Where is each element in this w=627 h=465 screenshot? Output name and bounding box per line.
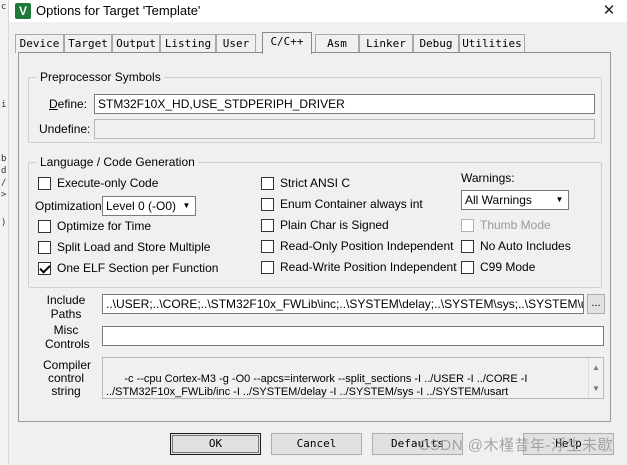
rwpi-checkbox[interactable]: Read-Write Position Independent bbox=[261, 260, 457, 274]
optimization-value: Level 0 (-O0) bbox=[106, 199, 177, 213]
plain-char-checkbox[interactable]: Plain Char is Signed bbox=[261, 218, 389, 232]
c99-mode-checkbox[interactable]: C99 Mode bbox=[461, 260, 535, 274]
optimization-label: Optimization: bbox=[35, 199, 106, 213]
ropi-label: Read-Only Position Independent bbox=[280, 239, 454, 253]
preprocessor-group-title: Preprocessor Symbols bbox=[37, 70, 164, 84]
chevron-down-icon[interactable]: ▼ bbox=[178, 197, 195, 215]
options-dialog: V Options for Target 'Template' ✕ Device… bbox=[9, 0, 627, 465]
strip-char: > bbox=[1, 190, 7, 200]
c99-mode-label: C99 Mode bbox=[480, 260, 536, 274]
optimization-select[interactable]: Level 0 (-O0) ▼ bbox=[102, 196, 196, 216]
tab-listing[interactable]: Listing bbox=[160, 34, 216, 53]
strip-char: / bbox=[1, 178, 7, 188]
codegen-group: Language / Code Generation Execute-only … bbox=[28, 155, 602, 288]
compiler-string-scrollbar[interactable]: ▲ ▼ bbox=[588, 358, 603, 398]
compiler-string-label: Compiler control string bbox=[43, 358, 92, 398]
warnings-label: Warnings: bbox=[461, 171, 515, 185]
no-auto-includes-checkbox[interactable]: No Auto Includes bbox=[461, 239, 571, 253]
csdn-watermark: CSDN @木槿昔年-浮生未歇 bbox=[418, 437, 613, 454]
cancel-button[interactable]: Cancel bbox=[271, 433, 362, 455]
compiler-control-string: -c --cpu Cortex-M3 -g -O0 --apcs=interwo… bbox=[102, 357, 604, 399]
split-load-checkbox[interactable]: Split Load and Store Multiple bbox=[38, 240, 210, 254]
execute-only-label: Execute-only Code bbox=[57, 176, 159, 190]
window-title: Options for Target 'Template' bbox=[36, 3, 201, 18]
warnings-value: All Warnings bbox=[465, 193, 532, 207]
undefine-label: Undefine: bbox=[39, 122, 91, 136]
checkbox-box[interactable] bbox=[261, 197, 274, 211]
one-elf-checkbox[interactable]: One ELF Section per Function bbox=[38, 261, 218, 275]
checkbox-box[interactable] bbox=[38, 240, 51, 254]
checkbox-box[interactable] bbox=[38, 176, 51, 190]
background-editor-strip: c i b d / > ) bbox=[0, 0, 9, 465]
title-bar: V Options for Target 'Template' ✕ bbox=[9, 0, 627, 22]
enum-container-checkbox[interactable]: Enum Container always int bbox=[261, 197, 423, 211]
checkbox-box-checked[interactable] bbox=[38, 261, 51, 275]
checkbox-box[interactable] bbox=[461, 239, 474, 253]
enum-container-label: Enum Container always int bbox=[280, 197, 423, 211]
ok-button[interactable]: OK bbox=[170, 433, 261, 455]
strip-char: i bbox=[1, 100, 7, 110]
ropi-checkbox[interactable]: Read-Only Position Independent bbox=[261, 239, 453, 253]
chevron-down-icon[interactable]: ▼ bbox=[551, 191, 568, 209]
define-input[interactable]: STM32F10X_HD,USE_STDPERIPH_DRIVER bbox=[94, 94, 595, 114]
strict-ansi-checkbox[interactable]: Strict ANSI C bbox=[261, 176, 350, 190]
optimize-time-label: Optimize for Time bbox=[57, 219, 152, 233]
include-paths-input[interactable]: ..\USER;..\CORE;..\STM32F10x_FWLib\inc;.… bbox=[102, 294, 584, 314]
tab-asm[interactable]: Asm bbox=[315, 34, 359, 53]
strict-ansi-label: Strict ANSI C bbox=[280, 176, 351, 190]
optimize-time-checkbox[interactable]: Optimize for Time bbox=[38, 219, 151, 233]
warnings-select[interactable]: All Warnings ▼ bbox=[461, 190, 569, 210]
checkbox-box[interactable] bbox=[261, 218, 274, 232]
c-cpp-panel: Preprocessor Symbols Define: STM32F10X_H… bbox=[18, 52, 611, 422]
chevron-up-icon[interactable]: ▲ bbox=[592, 361, 600, 374]
keil-app-icon: V bbox=[15, 3, 31, 19]
tab-output[interactable]: Output bbox=[112, 34, 160, 53]
define-label: Define: bbox=[49, 97, 88, 111]
misc-controls-label: Misc Controls bbox=[45, 323, 90, 351]
tab-target[interactable]: Target bbox=[64, 34, 112, 53]
include-paths-label: Include Paths bbox=[46, 293, 86, 321]
tab-debug[interactable]: Debug bbox=[413, 34, 459, 53]
checkbox-box[interactable] bbox=[261, 260, 274, 274]
strip-char: b bbox=[1, 154, 7, 164]
checkbox-box[interactable] bbox=[261, 176, 274, 190]
strip-char: ) bbox=[1, 218, 7, 228]
browse-include-paths-button[interactable]: ... bbox=[587, 294, 605, 314]
thumb-mode-checkbox[interactable]: Thumb Mode bbox=[461, 218, 551, 232]
checkbox-box[interactable] bbox=[461, 260, 474, 274]
preprocessor-group: Preprocessor Symbols Define: STM32F10X_H… bbox=[28, 70, 602, 143]
tab-device[interactable]: Device bbox=[15, 34, 64, 53]
rwpi-label: Read-Write Position Independent bbox=[280, 260, 457, 274]
tab-linker[interactable]: Linker bbox=[359, 34, 413, 53]
checkbox-box[interactable] bbox=[38, 219, 51, 233]
compiler-string-text: -c --cpu Cortex-M3 -g -O0 --apcs=interwo… bbox=[106, 373, 528, 398]
undefine-input[interactable] bbox=[94, 119, 595, 139]
split-load-label: Split Load and Store Multiple bbox=[57, 240, 211, 254]
tab-user[interactable]: User bbox=[216, 34, 256, 53]
tab-c-cpp[interactable]: C/C++ bbox=[262, 32, 312, 54]
strip-char: c bbox=[1, 2, 7, 12]
plain-char-label: Plain Char is Signed bbox=[280, 218, 389, 232]
strip-char: d bbox=[1, 166, 7, 176]
tab-utilities[interactable]: Utilities bbox=[459, 34, 525, 53]
one-elf-label: One ELF Section per Function bbox=[57, 261, 219, 275]
close-icon[interactable]: ✕ bbox=[597, 1, 621, 21]
checkbox-box[interactable] bbox=[261, 239, 274, 253]
codegen-group-title: Language / Code Generation bbox=[37, 155, 198, 169]
thumb-mode-label: Thumb Mode bbox=[480, 218, 551, 232]
chevron-down-icon[interactable]: ▼ bbox=[592, 382, 600, 395]
checkbox-box[interactable] bbox=[461, 218, 474, 232]
no-auto-includes-label: No Auto Includes bbox=[480, 239, 571, 253]
misc-controls-input[interactable] bbox=[102, 326, 604, 346]
execute-only-checkbox[interactable]: Execute-only Code bbox=[38, 176, 158, 190]
